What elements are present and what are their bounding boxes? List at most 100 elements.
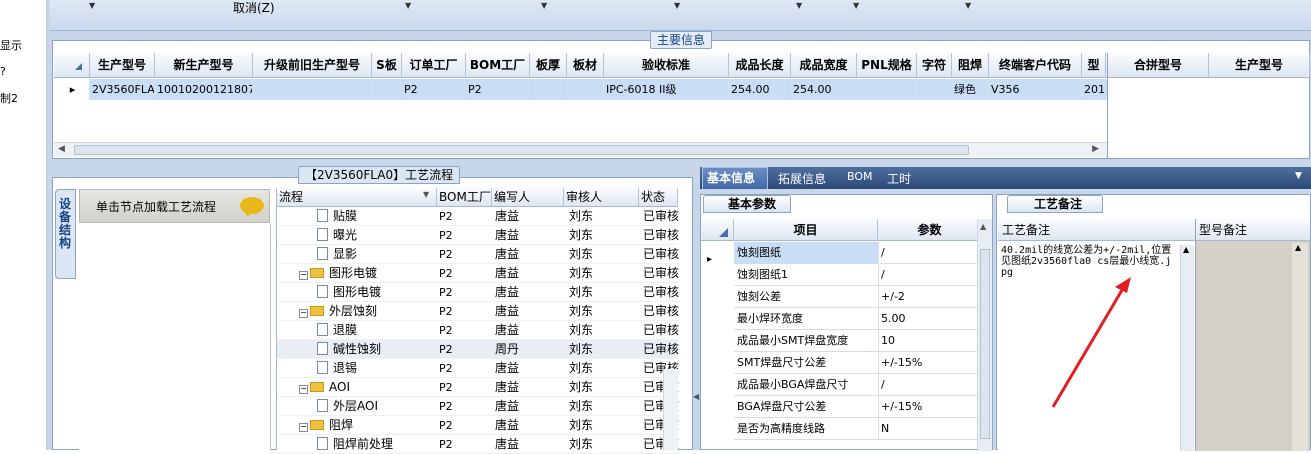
collapse-node-icon[interactable]: − xyxy=(299,385,308,394)
list-item[interactable]: − 外层蚀刻 P2 唐益 刘东 已审核 xyxy=(277,302,679,321)
col-header[interactable]: 生产型号 xyxy=(1209,53,1310,77)
col-header[interactable]: 合拼型号 xyxy=(1108,53,1209,77)
cell[interactable]: P2 xyxy=(466,79,530,100)
param-value[interactable]: / xyxy=(878,242,978,264)
col-header[interactable]: 订单工厂 xyxy=(402,53,466,77)
param-value[interactable]: N xyxy=(878,418,978,440)
nav-item-2[interactable]: 制2 xyxy=(0,90,18,106)
process-cell[interactable]: 曝光 xyxy=(317,226,357,245)
col-header[interactable]: 参数 xyxy=(878,219,981,241)
list-item[interactable]: 曝光 P2 唐益 刘东 已审核 xyxy=(277,226,679,245)
col-header[interactable]: BOM工厂 xyxy=(466,53,530,77)
param-value[interactable]: +/-15% xyxy=(878,352,978,374)
scroll-up-icon[interactable]: ▲ xyxy=(980,222,986,231)
col-header[interactable]: 型 xyxy=(1082,53,1106,77)
cell[interactable]: 201 xyxy=(1082,79,1106,100)
dropdown-arrow-icon[interactable]: ▼ xyxy=(674,1,680,10)
equipment-structure-tab[interactable]: 设备结构 xyxy=(55,189,76,279)
scroll-left-icon[interactable]: ◀ xyxy=(58,144,65,154)
list-item[interactable]: 退锡 P2 唐益 刘东 已审核 xyxy=(277,359,679,378)
dropdown-arrow-icon[interactable]: ▼ xyxy=(541,1,547,10)
table-row[interactable]: 成品最小SMT焊盘宽度 10 xyxy=(734,330,978,352)
collapse-left-icon[interactable]: ◀ xyxy=(693,392,699,401)
col-header[interactable]: 字符 xyxy=(917,53,952,77)
col-header[interactable]: 终端客户代码 xyxy=(989,53,1082,77)
process-cell[interactable]: 退锡 xyxy=(317,359,357,378)
model-note-box[interactable]: 型号备注 ▲ xyxy=(1196,219,1310,451)
list-item[interactable]: − 阻焊 P2 唐益 刘东 已审核 xyxy=(277,416,679,435)
col-header[interactable]: 阻焊 xyxy=(952,53,989,77)
process-cell[interactable]: − AOI xyxy=(299,378,350,397)
process-cell[interactable]: − 外层蚀刻 xyxy=(299,302,377,321)
cell[interactable] xyxy=(253,79,372,100)
dropdown-arrow-icon[interactable]: ▼ xyxy=(965,1,971,10)
table-row[interactable]: BGA焊盘尺寸公差 +/-15% xyxy=(734,396,978,418)
param-item[interactable]: 蚀刻图纸1 xyxy=(734,264,878,286)
param-value[interactable]: 10 xyxy=(878,330,978,352)
process-cell[interactable]: 外层AOI xyxy=(317,397,378,416)
param-value[interactable]: 5.00 xyxy=(878,308,978,330)
nav-item-unknown[interactable]: ? xyxy=(0,65,6,78)
tab-menu-dropdown-icon[interactable]: ▼ xyxy=(1295,171,1302,181)
load-flow-tip[interactable]: 单击节点加载工艺流程 xyxy=(79,189,270,223)
scrollbar-thumb[interactable] xyxy=(74,145,969,155)
tab-extended-info[interactable]: 拓展信息 xyxy=(778,170,826,187)
param-value[interactable]: +/-15% xyxy=(878,396,978,418)
col-header[interactable]: 板厚 xyxy=(530,53,567,77)
scroll-up-icon[interactable]: ▲ xyxy=(1183,245,1189,254)
vertical-scrollbar[interactable] xyxy=(663,369,678,450)
process-cell[interactable]: 退膜 xyxy=(317,321,357,340)
list-item[interactable]: 贴膜 P2 唐益 刘东 已审核 xyxy=(277,207,679,226)
table-row[interactable]: 蚀刻图纸 / xyxy=(734,242,978,264)
tab-work-hours[interactable]: 工时 xyxy=(887,170,911,187)
param-item[interactable]: 蚀刻公差 xyxy=(734,286,878,308)
col-header[interactable]: 状态 xyxy=(639,188,678,207)
cell[interactable]: 2V3560FLA0 xyxy=(90,79,155,100)
collapse-node-icon[interactable]: − xyxy=(299,271,308,280)
cell[interactable]: P2 xyxy=(402,79,466,100)
vertical-scrollbar[interactable]: ▲ xyxy=(1180,245,1194,451)
vertical-scrollbar[interactable]: ▲ xyxy=(977,219,992,451)
nav-item-display[interactable]: 显示 xyxy=(0,37,22,53)
tab-basic-info[interactable]: 基本信息 xyxy=(702,167,768,189)
table-row[interactable]: ▸ 2V3560FLA0 10010200121807 P2 P2 IPC-60… xyxy=(54,79,1107,100)
col-header[interactable]: 项目 xyxy=(734,219,878,241)
collapse-node-icon[interactable]: − xyxy=(299,309,308,318)
cell[interactable]: 10010200121807 xyxy=(155,79,253,100)
cell[interactable] xyxy=(917,79,952,100)
list-item[interactable]: − AOI P2 唐益 刘东 已审核 xyxy=(277,378,679,397)
dropdown-arrow-icon[interactable]: ▼ xyxy=(796,1,802,10)
param-value[interactable]: / xyxy=(878,374,978,396)
cell[interactable]: 254.00 xyxy=(791,79,857,100)
process-cell[interactable]: 碱性蚀刻 xyxy=(317,340,381,359)
table-row[interactable]: 是否为高精度线路 N xyxy=(734,418,978,440)
table-row[interactable]: 蚀刻图纸1/ xyxy=(734,264,978,286)
process-cell[interactable]: − 图形电镀 xyxy=(299,264,377,283)
process-cell[interactable]: 阻焊前处理 xyxy=(317,435,393,454)
table-row[interactable]: 成品最小BGA焊盘尺寸 / xyxy=(734,374,978,396)
table-row[interactable]: 最小焊环宽度 5.00 xyxy=(734,308,978,330)
cell[interactable] xyxy=(372,79,402,100)
list-item[interactable]: 外层AOI P2 唐益 刘东 已审核 xyxy=(277,397,679,416)
param-item[interactable]: 成品最小BGA焊盘尺寸 xyxy=(734,374,878,396)
col-header[interactable]: PNL规格 xyxy=(857,53,917,77)
dropdown-arrow-icon[interactable]: ▼ xyxy=(405,1,411,10)
col-header[interactable]: 新生产型号 xyxy=(155,53,253,77)
param-item[interactable]: 成品最小SMT焊盘宽度 xyxy=(734,330,878,352)
cell[interactable] xyxy=(567,79,604,100)
col-header[interactable]: S板 xyxy=(372,53,402,77)
param-item[interactable]: SMT焊盘尺寸公差 xyxy=(734,352,878,374)
col-header[interactable]: 生产型号 xyxy=(90,53,155,77)
process-cell[interactable]: − 阻焊 xyxy=(299,416,353,435)
cell[interactable]: 254.00 xyxy=(729,79,791,100)
col-header[interactable]: 板材 xyxy=(567,53,604,77)
process-cell[interactable]: 显影 xyxy=(317,245,357,264)
sort-arrow-icon[interactable]: ▼ xyxy=(423,190,429,199)
param-item[interactable]: 蚀刻图纸 xyxy=(734,242,878,264)
list-item[interactable]: 阻焊前处理 P2 唐益 刘东 已审核 xyxy=(277,435,679,454)
list-item[interactable]: 显影 P2 唐益 刘东 已审核 xyxy=(277,245,679,264)
param-item[interactable]: 最小焊环宽度 xyxy=(734,308,878,330)
param-value[interactable]: / xyxy=(878,264,978,286)
scroll-up-icon[interactable]: ▲ xyxy=(1295,243,1301,252)
scrollbar-thumb[interactable] xyxy=(980,249,990,439)
